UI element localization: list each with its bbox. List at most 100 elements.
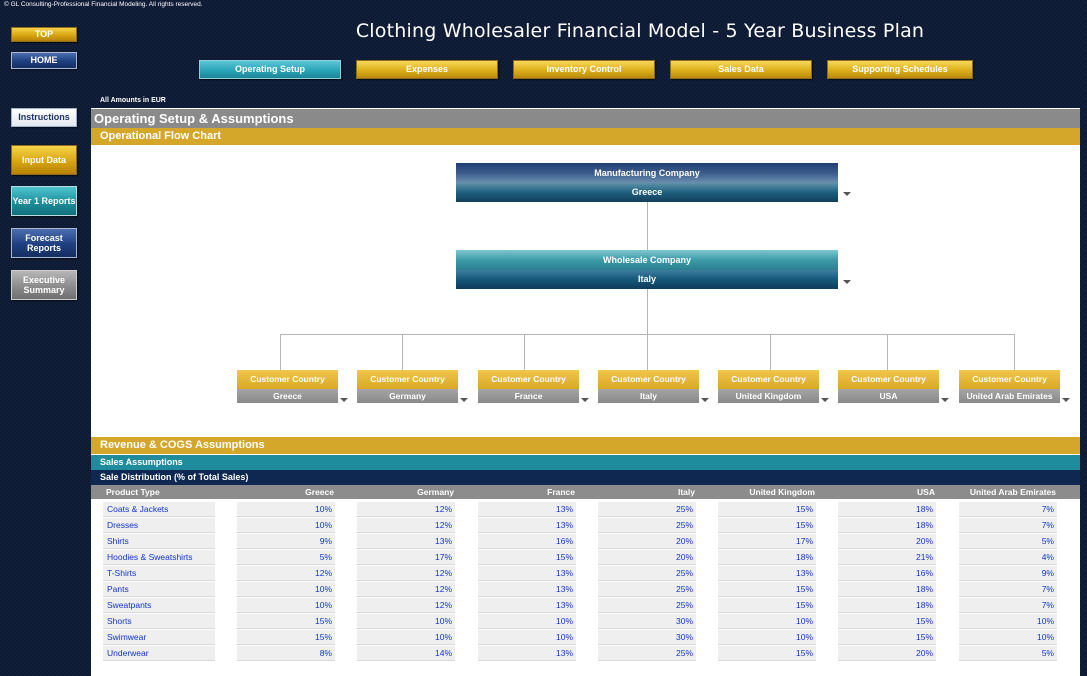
percentage-input-cell[interactable]: 5% bbox=[237, 550, 335, 565]
percentage-input-cell[interactable]: 21% bbox=[838, 550, 936, 565]
customer-country-select[interactable]: United Kingdom bbox=[718, 389, 819, 403]
percentage-input-cell[interactable]: 25% bbox=[598, 502, 696, 517]
percentage-input-cell[interactable]: 18% bbox=[718, 550, 816, 565]
percentage-input-cell[interactable]: 13% bbox=[478, 502, 576, 517]
percentage-input-cell[interactable]: 13% bbox=[478, 582, 576, 597]
chevron-down-icon[interactable] bbox=[843, 192, 851, 196]
year1-reports-button[interactable]: Year 1 Reports bbox=[11, 186, 77, 216]
percentage-input-cell[interactable]: 13% bbox=[478, 518, 576, 533]
percentage-input-cell[interactable]: 25% bbox=[598, 598, 696, 613]
customer-country-select[interactable]: United Arab Emirates bbox=[959, 389, 1060, 403]
percentage-input-cell[interactable]: 14% bbox=[357, 646, 455, 661]
percentage-input-cell[interactable]: 10% bbox=[237, 502, 335, 517]
percentage-input-cell[interactable]: 16% bbox=[478, 534, 576, 549]
percentage-input-cell[interactable]: 20% bbox=[838, 646, 936, 661]
percentage-input-cell[interactable]: 4% bbox=[959, 550, 1057, 565]
customer-country-select[interactable]: USA bbox=[838, 389, 939, 403]
percentage-input-cell[interactable]: 12% bbox=[357, 502, 455, 517]
percentage-input-cell[interactable]: 16% bbox=[838, 566, 936, 581]
percentage-input-cell[interactable]: 12% bbox=[357, 598, 455, 613]
percentage-input-cell[interactable]: 18% bbox=[838, 582, 936, 597]
percentage-input-cell[interactable]: 12% bbox=[357, 566, 455, 581]
percentage-input-cell[interactable]: 15% bbox=[718, 646, 816, 661]
percentage-input-cell[interactable]: 12% bbox=[357, 582, 455, 597]
percentage-input-cell[interactable]: 7% bbox=[959, 582, 1057, 597]
chevron-down-icon[interactable] bbox=[460, 398, 468, 402]
percentage-input-cell[interactable]: 30% bbox=[598, 630, 696, 645]
executive-summary-button[interactable]: Executive Summary bbox=[11, 270, 77, 300]
percentage-input-cell[interactable]: 25% bbox=[598, 566, 696, 581]
percentage-input-cell[interactable]: 13% bbox=[718, 566, 816, 581]
customer-country-select[interactable]: Germany bbox=[357, 389, 458, 403]
percentage-input-cell[interactable]: 18% bbox=[838, 518, 936, 533]
percentage-input-cell[interactable]: 7% bbox=[959, 518, 1057, 533]
chevron-down-icon[interactable] bbox=[340, 398, 348, 402]
percentage-input-cell[interactable]: 10% bbox=[718, 614, 816, 629]
customer-country-select[interactable]: Greece bbox=[237, 389, 338, 403]
percentage-input-cell[interactable]: 9% bbox=[959, 566, 1057, 581]
chevron-down-icon[interactable] bbox=[581, 398, 589, 402]
percentage-input-cell[interactable]: 15% bbox=[838, 630, 936, 645]
tab-sales-data[interactable]: Sales Data bbox=[670, 60, 812, 79]
percentage-input-cell[interactable]: 10% bbox=[237, 582, 335, 597]
top-button[interactable]: TOP bbox=[11, 27, 77, 42]
percentage-input-cell[interactable]: 25% bbox=[598, 518, 696, 533]
percentage-input-cell[interactable]: 10% bbox=[959, 630, 1057, 645]
percentage-input-cell[interactable]: 13% bbox=[478, 598, 576, 613]
percentage-input-cell[interactable]: 10% bbox=[718, 630, 816, 645]
percentage-input-cell[interactable]: 15% bbox=[718, 582, 816, 597]
percentage-input-cell[interactable]: 10% bbox=[237, 518, 335, 533]
percentage-input-cell[interactable]: 10% bbox=[478, 630, 576, 645]
percentage-input-cell[interactable]: 20% bbox=[598, 550, 696, 565]
tab-operating-setup[interactable]: Operating Setup bbox=[199, 60, 341, 79]
customer-country-select[interactable]: France bbox=[478, 389, 579, 403]
percentage-input-cell[interactable]: 15% bbox=[838, 614, 936, 629]
percentage-input-cell[interactable]: 18% bbox=[838, 502, 936, 517]
chevron-down-icon[interactable] bbox=[821, 398, 829, 402]
percentage-input-cell[interactable]: 20% bbox=[838, 534, 936, 549]
percentage-input-cell[interactable]: 30% bbox=[598, 614, 696, 629]
percentage-input-cell[interactable]: 17% bbox=[357, 550, 455, 565]
wholesale-country-select[interactable]: Italy bbox=[456, 270, 838, 289]
percentage-input-cell[interactable]: 9% bbox=[237, 534, 335, 549]
percentage-input-cell[interactable]: 12% bbox=[237, 566, 335, 581]
instructions-button[interactable]: Instructions bbox=[11, 108, 77, 127]
percentage-input-cell[interactable]: 15% bbox=[237, 614, 335, 629]
percentage-input-cell[interactable]: 15% bbox=[718, 598, 816, 613]
percentage-input-cell[interactable]: 5% bbox=[959, 534, 1057, 549]
input-data-button[interactable]: Input Data bbox=[11, 145, 77, 175]
home-button[interactable]: HOME bbox=[11, 52, 77, 69]
percentage-input-cell[interactable]: 13% bbox=[478, 646, 576, 661]
percentage-input-cell[interactable]: 18% bbox=[838, 598, 936, 613]
percentage-input-cell[interactable]: 15% bbox=[237, 630, 335, 645]
percentage-input-cell[interactable]: 13% bbox=[478, 566, 576, 581]
percentage-input-cell[interactable]: 25% bbox=[598, 582, 696, 597]
percentage-input-cell[interactable]: 10% bbox=[959, 614, 1057, 629]
percentage-input-cell[interactable]: 7% bbox=[959, 598, 1057, 613]
tab-supporting-schedules[interactable]: Supporting Schedules bbox=[827, 60, 973, 79]
tab-expenses[interactable]: Expenses bbox=[356, 60, 498, 79]
chevron-down-icon[interactable] bbox=[701, 398, 709, 402]
percentage-input-cell[interactable]: 12% bbox=[357, 518, 455, 533]
percentage-input-cell[interactable]: 20% bbox=[598, 534, 696, 549]
percentage-input-cell[interactable]: 10% bbox=[237, 598, 335, 613]
percentage-input-cell[interactable]: 15% bbox=[718, 518, 816, 533]
chevron-down-icon[interactable] bbox=[941, 398, 949, 402]
chevron-down-icon[interactable] bbox=[843, 280, 851, 284]
percentage-input-cell[interactable]: 25% bbox=[598, 646, 696, 661]
percentage-input-cell[interactable]: 7% bbox=[959, 502, 1057, 517]
percentage-input-cell[interactable]: 5% bbox=[959, 646, 1057, 661]
tab-inventory-control[interactable]: Inventory Control bbox=[513, 60, 655, 79]
percentage-input-cell[interactable]: 15% bbox=[478, 550, 576, 565]
percentage-input-cell[interactable]: 13% bbox=[357, 534, 455, 549]
forecast-reports-button[interactable]: Forecast Reports bbox=[11, 228, 77, 258]
customer-country-select[interactable]: Italy bbox=[598, 389, 699, 403]
percentage-input-cell[interactable]: 10% bbox=[478, 614, 576, 629]
manufacturing-country-select[interactable]: Greece bbox=[456, 183, 838, 202]
percentage-input-cell[interactable]: 17% bbox=[718, 534, 816, 549]
percentage-input-cell[interactable]: 10% bbox=[357, 614, 455, 629]
percentage-input-cell[interactable]: 15% bbox=[718, 502, 816, 517]
percentage-input-cell[interactable]: 10% bbox=[357, 630, 455, 645]
percentage-input-cell[interactable]: 8% bbox=[237, 646, 335, 661]
chevron-down-icon[interactable] bbox=[1062, 398, 1070, 402]
